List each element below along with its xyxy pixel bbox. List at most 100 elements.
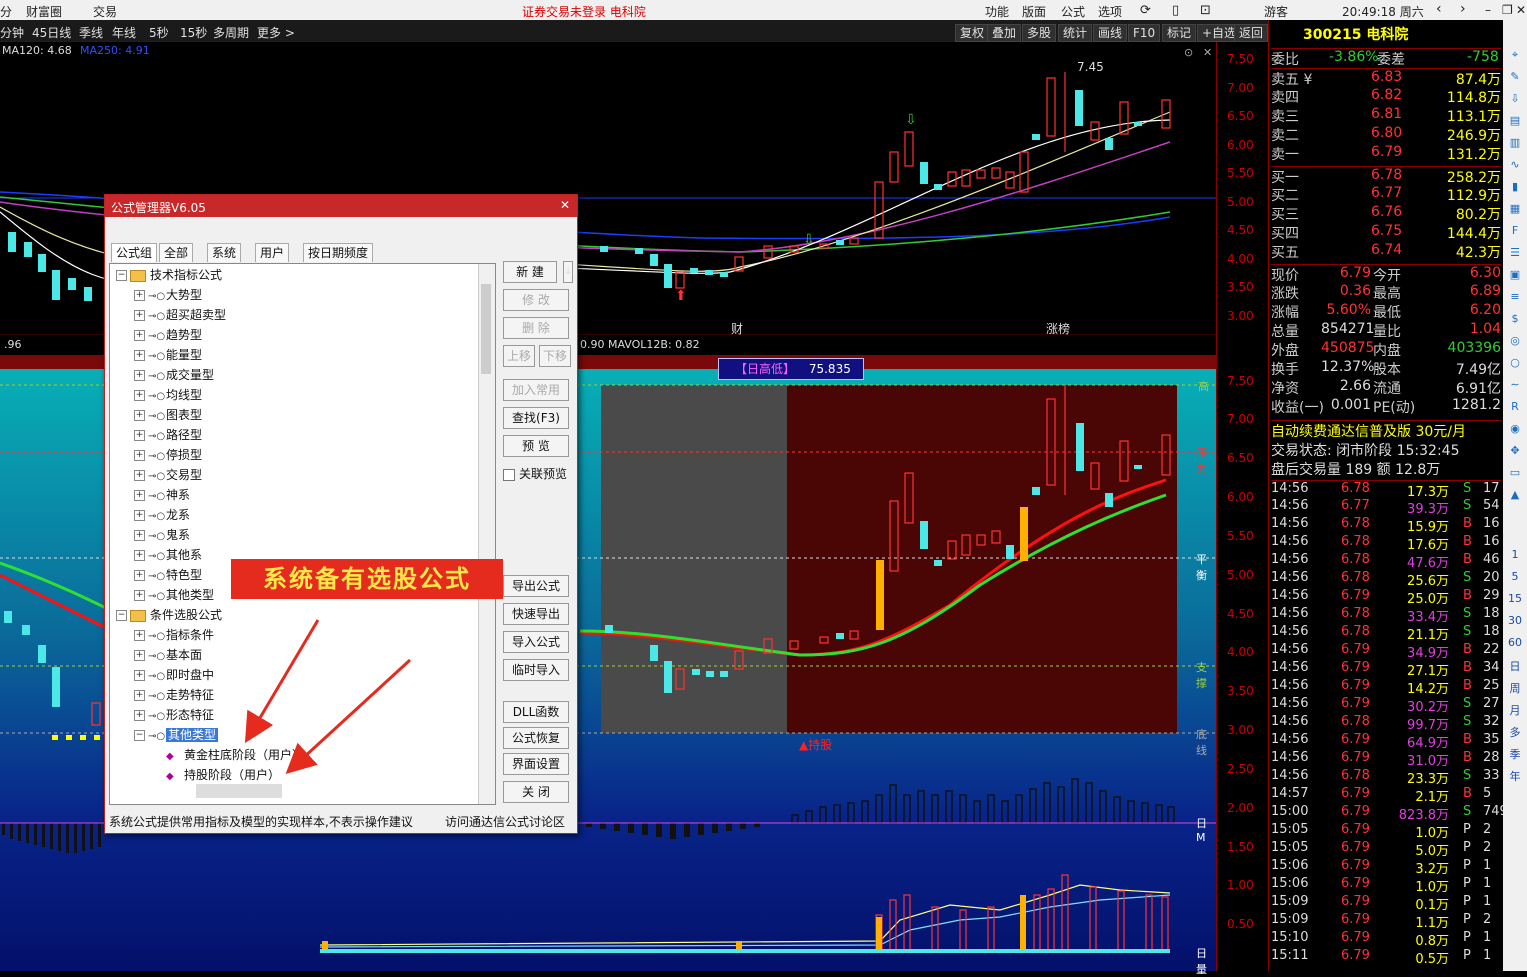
period-item[interactable]: 季线 bbox=[79, 24, 103, 41]
period-item[interactable]: 45日线 bbox=[32, 24, 71, 41]
tick-row[interactable]: 14:56 6.79 31.0万 B 28 bbox=[1271, 750, 1501, 769]
tree-item[interactable]: + ⊸○其他系 bbox=[134, 546, 202, 564]
tick-row[interactable]: 15:11 6.79 0.5万 P 1 bbox=[1271, 948, 1501, 967]
dialog-button[interactable]: 快速导出 bbox=[503, 603, 569, 625]
tree-item[interactable]: + ⊸○其他类型 bbox=[134, 586, 214, 604]
down-icon[interactable]: ⇩ bbox=[1507, 92, 1523, 108]
tick-row[interactable]: 14:56 6.79 27.1万 B 34 bbox=[1271, 660, 1501, 679]
tab-all[interactable]: 全部 bbox=[159, 243, 194, 262]
dialog-button[interactable]: 删 除 bbox=[503, 317, 569, 339]
tab-user[interactable]: 用户 bbox=[255, 243, 290, 262]
tree-item[interactable]: + ⊸○停损型 bbox=[134, 446, 202, 464]
expand-icon[interactable]: + bbox=[134, 470, 145, 481]
tick-row[interactable]: 14:56 6.79 14.2万 B 25 bbox=[1271, 678, 1501, 697]
period-shortcut[interactable]: 月 bbox=[1507, 702, 1523, 718]
rank-icon[interactable]: ≡ bbox=[1507, 290, 1523, 306]
expand-icon[interactable]: − bbox=[134, 730, 145, 741]
tree-item[interactable]: + ⊸○龙系 bbox=[134, 506, 190, 524]
expand-icon[interactable]: + bbox=[134, 650, 145, 661]
tree-item[interactable]: + ⊸○交易型 bbox=[134, 466, 202, 484]
expand-icon[interactable]: + bbox=[134, 710, 145, 721]
tick-row[interactable]: 15:10 6.79 0.8万 P 1 bbox=[1271, 930, 1501, 949]
tree-item[interactable]: + ⊸○超买超卖型 bbox=[134, 306, 226, 324]
tick-row[interactable]: 14:56 6.78 17.6万 B 16 bbox=[1271, 534, 1501, 553]
period-item[interactable]: 年线 bbox=[112, 24, 136, 41]
expand-icon[interactable]: + bbox=[134, 550, 145, 561]
tool-button[interactable]: 复权 bbox=[955, 24, 990, 42]
forum-link[interactable]: 访问通达信公式讨论区 bbox=[445, 813, 565, 830]
expand-icon[interactable]: + bbox=[134, 310, 145, 321]
tool-button[interactable]: 返回 bbox=[1234, 24, 1268, 42]
tick-row[interactable]: 14:56 6.78 23.3万 S 33 bbox=[1271, 768, 1501, 787]
expand-icon[interactable]: + bbox=[134, 670, 145, 681]
menu-item[interactable]: 分 bbox=[0, 3, 12, 20]
tick-row[interactable]: 14:56 6.79 25.0万 B 29 bbox=[1271, 588, 1501, 607]
tool-button[interactable]: 统计 bbox=[1058, 24, 1093, 42]
buy-row[interactable]: 买一 6.78 258.2万 bbox=[1271, 166, 1501, 186]
expand-icon[interactable]: + bbox=[134, 330, 145, 341]
period-shortcut[interactable]: 周 bbox=[1507, 680, 1523, 696]
lock-icon[interactable]: ⊡ bbox=[1200, 3, 1211, 18]
edit-icon[interactable]: ✎ bbox=[1507, 70, 1523, 86]
collapse-icon[interactable]: − bbox=[116, 610, 127, 621]
dialog-button[interactable]: 预 览 bbox=[503, 435, 569, 457]
expand-icon[interactable]: + bbox=[134, 370, 145, 381]
tick-row[interactable]: 14:56 6.78 17.3万 S 17 bbox=[1271, 480, 1501, 500]
rsi-icon[interactable]: R bbox=[1507, 400, 1523, 416]
tick-row[interactable]: 14:56 6.78 47.6万 B 46 bbox=[1271, 552, 1501, 571]
collapse-icon[interactable]: − bbox=[116, 270, 127, 281]
buy-row[interactable]: 买四 6.75 144.4万 bbox=[1271, 223, 1501, 242]
f10-icon[interactable]: F bbox=[1507, 224, 1523, 240]
period-shortcut[interactable]: 多 bbox=[1507, 724, 1523, 740]
tree-item[interactable]: − ⊸○ 其他类型 bbox=[134, 726, 219, 744]
tool-button[interactable]: 多股 bbox=[1022, 24, 1057, 42]
minimize-icon[interactable]: – bbox=[1485, 3, 1491, 17]
dialog-button[interactable]: 查找(F3) bbox=[503, 407, 569, 429]
tree-item[interactable]: + ⊸○形态特征 bbox=[134, 706, 214, 724]
tree-item[interactable]: + ⊸○能量型 bbox=[134, 346, 202, 364]
tick-row[interactable]: 14:57 6.79 2.1万 B 5 bbox=[1271, 786, 1501, 805]
dialog-button[interactable]: 加入常用 bbox=[503, 379, 569, 401]
move-icon[interactable]: ✥ bbox=[1507, 444, 1523, 460]
tree-item[interactable]: + ⊸○均线型 bbox=[134, 386, 202, 404]
tick-row[interactable]: 14:56 6.78 21.1万 S 18 bbox=[1271, 624, 1501, 643]
tree-item[interactable]: + ⊸○神系 bbox=[134, 486, 190, 504]
dialog-button[interactable]: 下移 bbox=[539, 345, 571, 367]
checkbox-box[interactable] bbox=[503, 468, 515, 481]
wave-icon[interactable]: ∼ bbox=[1507, 378, 1523, 394]
period-item[interactable]: 5秒 bbox=[149, 24, 169, 41]
tree-item[interactable]: + ⊸○鬼系 bbox=[134, 526, 190, 544]
trend-icon[interactable]: ∿ bbox=[1507, 158, 1523, 174]
refresh-icon[interactable]: ⟳ bbox=[1140, 3, 1151, 18]
dialog-button[interactable]: 新 建 bbox=[503, 261, 557, 283]
menu-item[interactable]: 选项 bbox=[1098, 3, 1122, 20]
tree-item[interactable]: + ⊸○大势型 bbox=[134, 286, 202, 304]
buy-row[interactable]: 买三 6.76 80.2万 bbox=[1271, 204, 1501, 223]
tick-row[interactable]: 15:05 6.79 5.0万 P 2 bbox=[1271, 840, 1501, 859]
link-preview-checkbox[interactable]: 关联预览 bbox=[503, 465, 567, 482]
period-shortcut[interactable]: 30 bbox=[1507, 614, 1523, 627]
period-shortcut[interactable]: 5 bbox=[1507, 570, 1523, 583]
tree-item[interactable]: + ⊸○路径型 bbox=[134, 426, 202, 444]
ad-row[interactable]: 自动续费通达信普及版 30元/月 bbox=[1271, 420, 1501, 440]
expand-icon[interactable]: + bbox=[134, 430, 145, 441]
period-item[interactable]: 更多 > bbox=[257, 24, 295, 41]
menu-item[interactable]: 公式 bbox=[1061, 3, 1085, 20]
sell-row[interactable]: 卖四 6.82 114.8万 bbox=[1271, 87, 1501, 106]
tool-button[interactable]: 标记 bbox=[1162, 24, 1197, 42]
period-shortcut[interactable]: 60 bbox=[1507, 636, 1523, 649]
close-icon[interactable]: ✕ bbox=[1516, 3, 1526, 17]
period-shortcut[interactable]: 年 bbox=[1507, 768, 1523, 784]
tick-row[interactable]: 15:09 6.79 1.1万 P 2 bbox=[1271, 912, 1501, 931]
period-shortcut[interactable]: 1 bbox=[1507, 548, 1523, 561]
phone-icon[interactable]: ▯ bbox=[1172, 3, 1179, 18]
menu-item[interactable]: 交易 bbox=[93, 3, 117, 20]
dialog-button[interactable]: 关 闭 bbox=[503, 781, 569, 803]
tool-button[interactable]: 叠加 bbox=[987, 24, 1022, 42]
tick-row[interactable]: 15:09 6.79 0.1万 P 1 bbox=[1271, 894, 1501, 913]
expand-icon[interactable]: + bbox=[134, 490, 145, 501]
menu-item[interactable]: 财富圈 bbox=[26, 3, 62, 20]
expand-icon[interactable]: + bbox=[134, 530, 145, 541]
dialog-button[interactable]: 导入公式 bbox=[503, 631, 569, 653]
period-shortcut[interactable]: 季 bbox=[1507, 746, 1523, 762]
